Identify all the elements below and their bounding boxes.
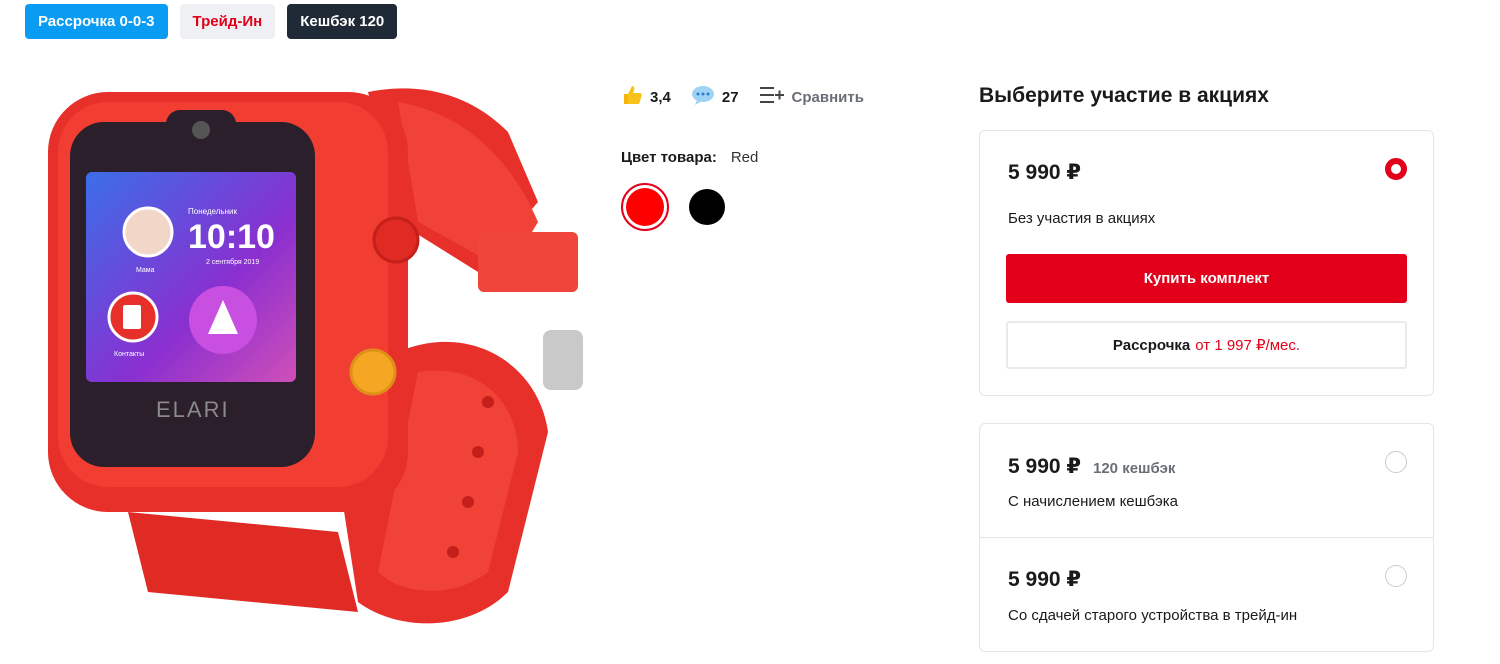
cashback-amount: 120 кешбэк <box>1093 460 1176 477</box>
compare-button[interactable]: Сравнить <box>759 84 864 110</box>
badge-trade-in[interactable]: Трейд-Ин <box>179 4 276 39</box>
option-description: Без участия в акциях <box>1008 210 1156 227</box>
color-swatches <box>621 183 725 231</box>
installment-label: Рассрочка <box>1112 336 1191 354</box>
rating[interactable]: 3,4 <box>621 84 671 110</box>
screen-time: 10:10 <box>188 218 275 256</box>
smartwatch-illustration: Понедельник 10:10 2 сентября 2019 Мама К… <box>48 88 583 624</box>
screen-date: 2 сентября 2019 <box>206 258 259 266</box>
installment-button[interactable]: Рассрочка от 1 997 ₽/мес. <box>1006 321 1407 369</box>
brand-logo: ELARI <box>156 397 230 422</box>
option-description: Со сдачей старого устройства в трейд-ин <box>1008 607 1298 624</box>
installment-amount: от 1 997 ₽/мес. <box>1195 337 1301 354</box>
promo-title: Выберите участие в акциях <box>979 84 1269 107</box>
color-selector-label: Цвет товара: Red <box>621 149 758 166</box>
divider <box>980 537 1433 538</box>
option-price: 5 990 ₽ <box>1008 161 1081 184</box>
option-price-value: 5 990 ₽ <box>1008 455 1081 478</box>
screen-contacts: Контакты <box>114 351 144 358</box>
option-radio[interactable] <box>1385 451 1407 473</box>
option-price: 5 990 ₽ <box>1008 568 1081 591</box>
color-label: Цвет товара: <box>621 149 717 166</box>
option-radio[interactable] <box>1385 565 1407 587</box>
product-meta: 3,4 27 Сравнить <box>621 84 884 110</box>
screen-contact: Мама <box>136 267 155 274</box>
promo-options-group: 5 990 ₽120 кешбэк С начислением кешбэка … <box>979 423 1434 652</box>
reviews-count: 27 <box>721 88 739 106</box>
screen-day: Понедельник <box>188 207 237 216</box>
thumbs-up-icon <box>621 84 643 110</box>
badge-cashback[interactable]: Кешбэк 120 <box>287 4 398 39</box>
option-description: С начислением кешбэка <box>1008 493 1178 510</box>
compare-label: Сравнить <box>791 88 864 106</box>
red-swatch-fill <box>626 188 664 226</box>
speech-bubble-icon <box>691 84 715 110</box>
promo-badges: Рассрочка 0-0-3 Трейд-Ин Кешбэк 120 <box>25 4 398 39</box>
color-value: Red <box>730 149 759 166</box>
option-price: 5 990 ₽ 120 кешбэк <box>1008 454 1175 479</box>
reviews[interactable]: 27 <box>691 84 739 110</box>
option-radio[interactable] <box>1385 158 1407 180</box>
color-swatch-red[interactable] <box>621 183 669 231</box>
badge-installment[interactable]: Рассрочка 0-0-3 <box>25 4 168 39</box>
rating-value: 3,4 <box>650 88 671 106</box>
buy-bundle-button[interactable]: Купить комплект <box>1006 254 1407 303</box>
product-image[interactable]: Понедельник 10:10 2 сентября 2019 Мама К… <box>38 72 588 652</box>
color-swatch-black[interactable] <box>689 189 725 225</box>
promo-option-no-promo[interactable]: 5 990 ₽ Без участия в акциях Купить комп… <box>979 130 1434 396</box>
compare-list-icon <box>759 84 785 110</box>
